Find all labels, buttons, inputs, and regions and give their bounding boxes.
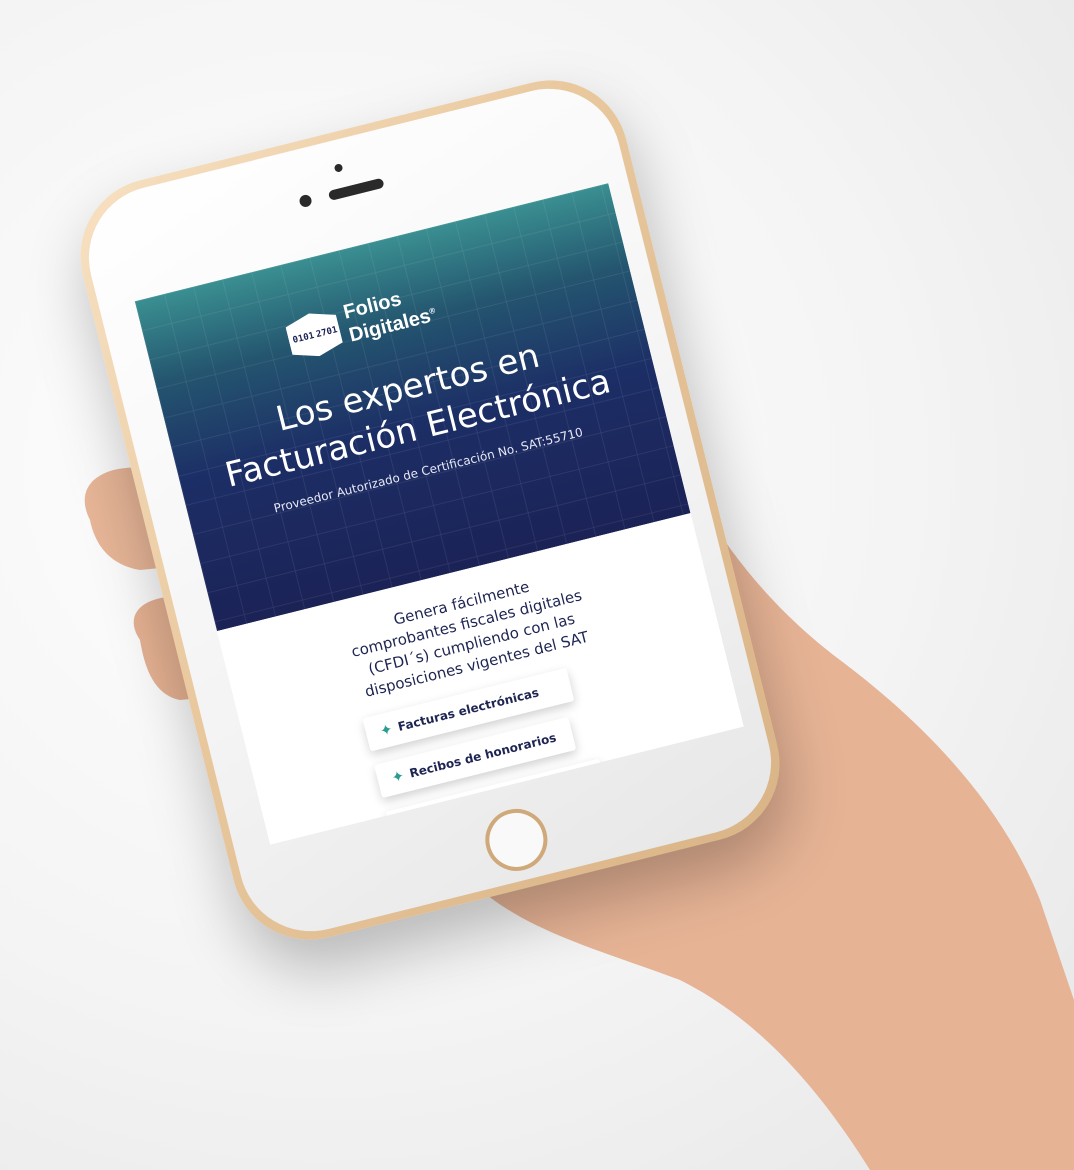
plus-icon: ✦	[401, 813, 418, 834]
earpiece-speaker	[327, 177, 385, 201]
box-logo-icon: 0101 2701	[284, 307, 345, 362]
box-mark-left: 0101	[291, 331, 316, 346]
service-label: Recibos de honorarios	[408, 730, 558, 781]
plus-icon: ✦	[389, 766, 407, 787]
product-photo: 0101 2701 Folios Digitales® Los expertos…	[0, 0, 1074, 1170]
service-label: Facturas electrónicas	[396, 685, 541, 734]
box-mark-right: 2701	[315, 325, 339, 341]
home-button[interactable]	[478, 802, 554, 878]
phone-screen: 0101 2701 Folios Digitales® Los expertos…	[134, 183, 744, 845]
registered-mark: ®	[428, 305, 437, 317]
front-camera-icon	[298, 193, 313, 209]
plus-icon: ✦	[377, 719, 395, 741]
sensor-icon	[333, 163, 344, 173]
